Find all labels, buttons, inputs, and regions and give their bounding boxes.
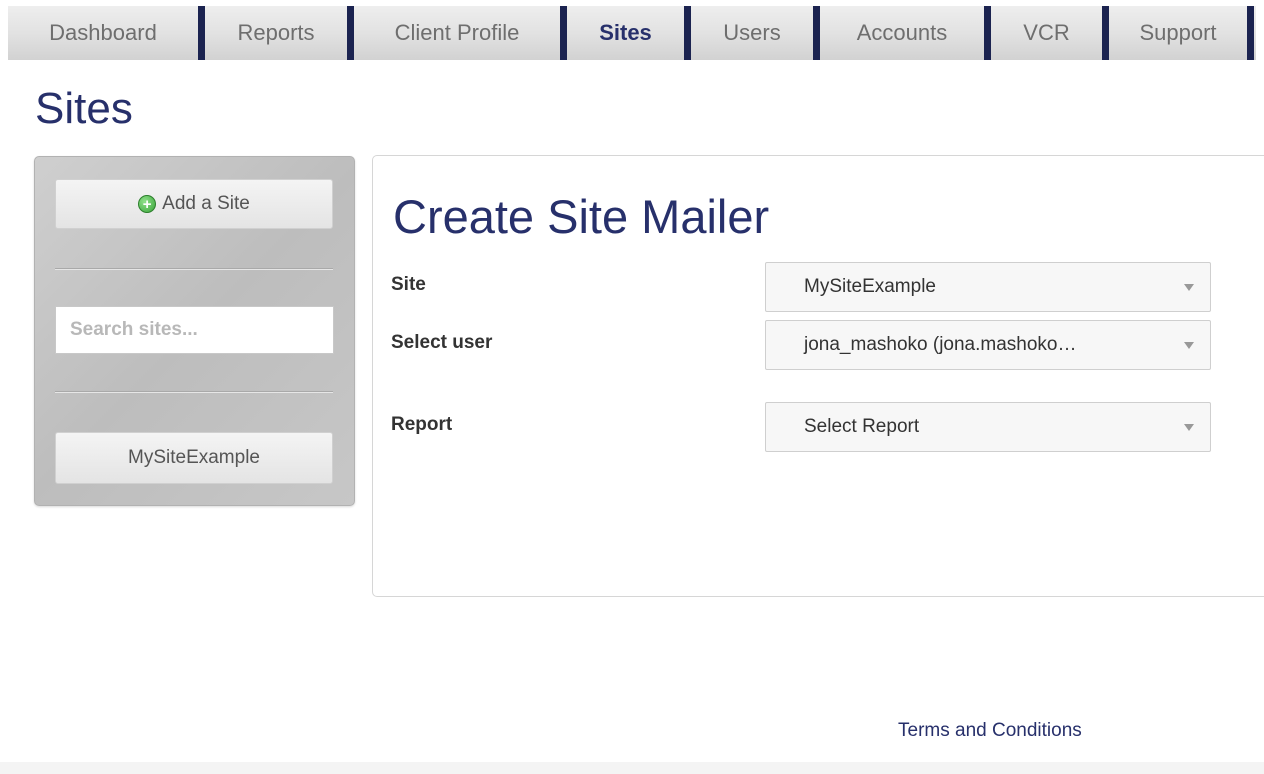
- nav-separator: [1102, 6, 1109, 60]
- bottom-strip: [0, 762, 1264, 774]
- nav-separator: [198, 6, 205, 60]
- nav-tab-vcr[interactable]: VCR: [991, 6, 1102, 60]
- add-site-label: Add a Site: [162, 193, 250, 214]
- chevron-down-icon: [1184, 284, 1194, 291]
- nav-separator: [560, 6, 567, 60]
- nav-tab-client-profile[interactable]: Client Profile: [354, 6, 560, 60]
- add-site-button[interactable]: + Add a Site: [55, 179, 333, 229]
- chevron-down-icon: [1184, 342, 1194, 349]
- site-select[interactable]: MySiteExample: [765, 262, 1211, 312]
- top-nav: Dashboard Reports Client Profile Sites U…: [8, 6, 1256, 60]
- nav-tab-dashboard[interactable]: Dashboard: [8, 6, 198, 60]
- site-select-value: MySiteExample: [804, 276, 936, 297]
- sidebar-item-site[interactable]: MySiteExample: [55, 432, 333, 484]
- nav-separator: [813, 6, 820, 60]
- nav-separator: [347, 6, 354, 60]
- nav-separator: [684, 6, 691, 60]
- report-label: Report: [391, 414, 453, 435]
- nav-tab-sites[interactable]: Sites: [567, 6, 684, 60]
- user-select-value: jona_mashoko (jona.mashoko…: [804, 334, 1077, 355]
- chevron-down-icon: [1184, 424, 1194, 431]
- search-sites-input[interactable]: [55, 306, 334, 354]
- panel-title: Create Site Mailer: [393, 190, 770, 243]
- sidebar-divider: [55, 391, 333, 393]
- page-title: Sites: [35, 84, 133, 133]
- nav-separator: [984, 6, 991, 60]
- report-select-value: Select Report: [804, 416, 920, 437]
- user-select[interactable]: jona_mashoko (jona.mashoko…: [765, 320, 1211, 370]
- site-label: Site: [391, 274, 426, 295]
- terms-link[interactable]: Terms and Conditions: [898, 720, 1082, 742]
- sites-sidebar: + Add a Site MySiteExample: [34, 156, 355, 506]
- report-select[interactable]: Select Report: [765, 402, 1211, 452]
- sidebar-item-label: MySiteExample: [128, 447, 260, 468]
- create-site-mailer-panel: Create Site Mailer Site MySiteExample Se…: [372, 155, 1264, 597]
- select-user-label: Select user: [391, 332, 493, 353]
- add-icon: +: [138, 195, 157, 213]
- nav-tab-support[interactable]: Support: [1109, 6, 1247, 60]
- nav-tab-accounts[interactable]: Accounts: [820, 6, 984, 60]
- nav-tab-users[interactable]: Users: [691, 6, 813, 60]
- nav-tab-reports[interactable]: Reports: [205, 6, 347, 60]
- sidebar-divider: [55, 268, 333, 270]
- nav-separator: [1247, 6, 1254, 60]
